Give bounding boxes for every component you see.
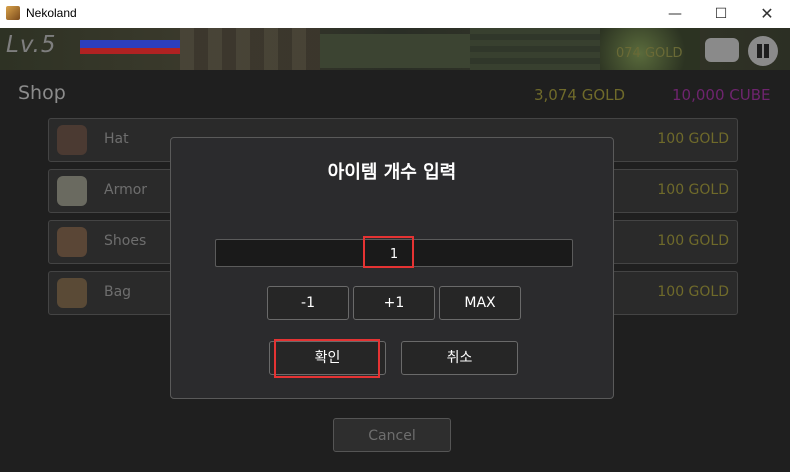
item-price: 100 GOLD [657,182,729,198]
cube-amount: 10,000 CUBE [672,86,771,104]
item-price: 100 GOLD [657,233,729,249]
armor-icon [57,176,87,206]
item-price: 100 GOLD [657,284,729,300]
item-name: Armor [104,182,148,198]
item-price: 100 GOLD [657,131,729,147]
item-name: Hat [104,131,129,147]
confirm-button[interactable]: 확인 [269,341,386,375]
minimize-button[interactable]: — [652,0,698,28]
decrement-button[interactable]: -1 [267,286,349,320]
scene-building [180,28,320,70]
maximize-button[interactable]: ☐ [698,0,744,28]
quantity-dialog: 아이템 개수 입력 1 -1 +1 MAX 확인 취소 [170,137,614,399]
quantity-input[interactable]: 1 [215,239,573,267]
shop-cancel-button[interactable]: Cancel [333,418,451,452]
game-hud: Lv.5 074 GOLD [0,28,790,70]
scene-clothesline [320,34,470,68]
hp-bar [80,48,180,54]
close-button[interactable]: ✕ [744,0,790,28]
window-titlebar: Nekoland — ☐ ✕ [0,0,790,28]
dialog-cancel-button[interactable]: 취소 [401,341,518,375]
max-button[interactable]: MAX [439,286,521,320]
item-name: Bag [104,284,132,300]
shoes-icon [57,227,87,257]
window-title: Nekoland [26,6,77,20]
level-label: Lv.5 [6,32,57,58]
hud-gold: 074 GOLD [616,46,683,61]
dialog-title: 아이템 개수 입력 [327,162,457,183]
scene-wall [470,28,610,70]
mp-bar [80,40,180,48]
increment-button[interactable]: +1 [353,286,435,320]
quantity-value: 1 [389,247,399,262]
pause-icon[interactable] [748,36,778,66]
app-icon [6,6,20,20]
inventory-icon[interactable] [705,38,739,62]
shop-title: Shop [18,82,66,104]
hat-icon [57,125,87,155]
item-name: Shoes [104,233,147,249]
bag-icon [57,278,87,308]
gold-amount: 3,074 GOLD [534,86,626,104]
